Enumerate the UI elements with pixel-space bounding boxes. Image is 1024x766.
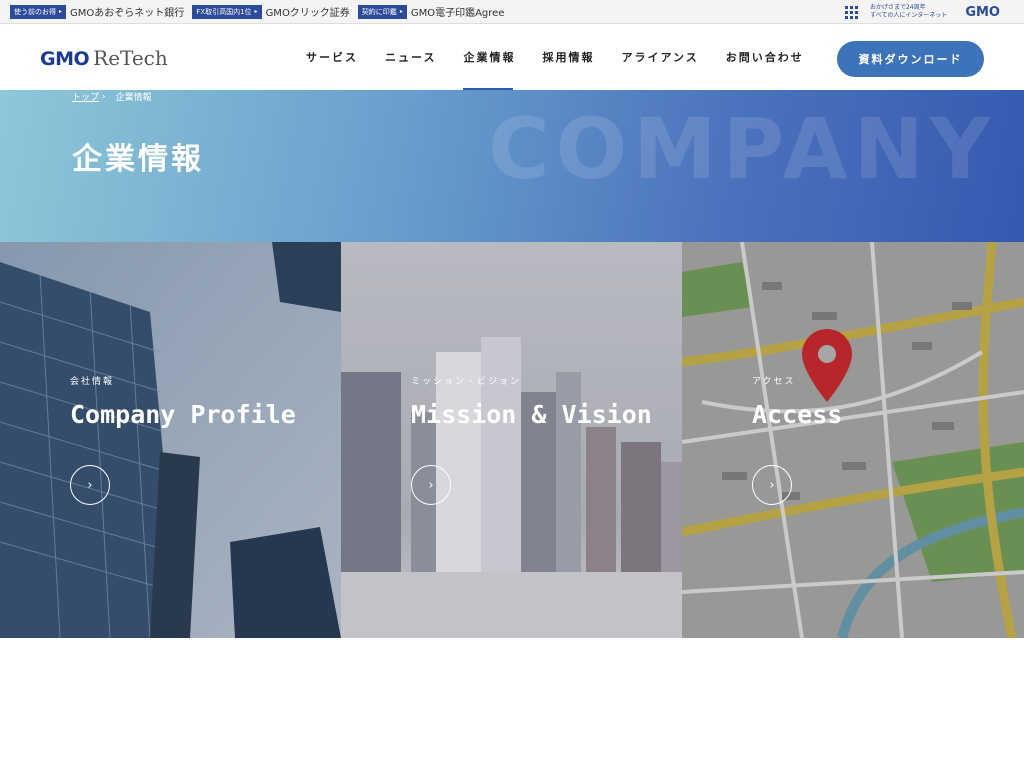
logo-retech-text: ReTech <box>93 46 168 70</box>
caret-icon: ▸ <box>254 8 258 15</box>
logo-gmo-text: GMO <box>40 48 90 70</box>
nav-item-services[interactable]: サービス <box>306 24 358 90</box>
company-cards: 会社情報 Company Profile › ミッション・ビジョン Missio… <box>0 242 1024 638</box>
arrow-right-icon[interactable]: › <box>411 465 451 505</box>
group-item-agree[interactable]: 契約に印鑑 ▸ GMO電子印鑑Agree <box>357 4 505 19</box>
arrow-right-icon[interactable]: › <box>70 465 110 505</box>
nav-item-news[interactable]: ニュース <box>385 24 436 90</box>
nav-item-alliance[interactable]: アライアンス <box>621 24 698 90</box>
group-bar-right: おかげさまで24周年 すべての人にインターネット GMO <box>844 0 1000 24</box>
group-item-securities[interactable]: FX取引高国内1位 ▸ GMOクリック証券 <box>192 4 350 19</box>
breadcrumb-top-link[interactable]: トップ <box>72 90 99 103</box>
card-title: Company Profile <box>70 400 296 429</box>
group-badge: 契約に印鑑 ▸ <box>357 4 407 19</box>
group-service-bar: 使う前のお得 ▸ GMOあおぞらネット銀行 FX取引高国内1位 ▸ GMOクリック証… <box>0 0 1024 24</box>
caret-icon: ▸ <box>59 8 63 15</box>
main-nav: サービス ニュース 企業情報 採用情報 アライアンス お問い合わせ <box>306 24 831 90</box>
group-item-bank[interactable]: 使う前のお得 ▸ GMOあおぞらネット銀行 <box>10 4 184 19</box>
nav-item-recruit[interactable]: 採用情報 <box>542 24 594 90</box>
map-image <box>682 242 1024 638</box>
anniversary-text[interactable]: おかげさまで24周年 すべての人にインターネット <box>870 4 947 20</box>
nav-item-contact[interactable]: お問い合わせ <box>726 24 804 90</box>
site-logo[interactable]: GMO ReTech <box>40 46 168 70</box>
city-skyline-image <box>341 242 682 638</box>
card-title: Mission & Vision <box>411 400 652 429</box>
card-subtitle: ミッション・ビジョン <box>411 377 522 387</box>
breadcrumb-separator-icon: › <box>102 91 106 102</box>
download-documents-button[interactable]: 資料ダウンロード <box>837 41 984 77</box>
group-item-name: GMOクリック証券 <box>265 8 350 19</box>
page-hero: COMPANY トップ › 企業情報 企業情報 <box>0 90 1024 242</box>
card-mission-vision[interactable]: ミッション・ビジョン Mission & Vision › <box>341 242 682 638</box>
card-company-profile[interactable]: 会社情報 Company Profile › <box>0 242 341 638</box>
card-subtitle: 会社情報 <box>70 377 115 387</box>
skyscrapers-image <box>0 242 341 638</box>
group-item-name: GMOあおぞらネット銀行 <box>70 8 185 19</box>
site-header: GMO ReTech サービス ニュース 企業情報 採用情報 アライアンス お問… <box>0 24 1024 90</box>
arrow-right-icon[interactable]: › <box>752 465 792 505</box>
caret-icon: ▸ <box>399 8 403 15</box>
card-title: Access <box>752 400 843 429</box>
breadcrumb-current: 企業情報 <box>115 93 152 103</box>
gmo-group-logo[interactable]: GMO <box>965 5 1000 20</box>
page-title: 企業情報 <box>72 142 204 177</box>
card-subtitle: アクセス <box>752 377 796 387</box>
card-access[interactable]: アクセス Access › <box>682 242 1024 638</box>
group-badge: FX取引高国内1位 ▸ <box>192 4 262 19</box>
group-item-name: GMO電子印鑑Agree <box>410 8 505 19</box>
group-badge: 使う前のお得 ▸ <box>10 4 67 19</box>
breadcrumb: トップ › 企業情報 <box>72 90 152 104</box>
hero-background-text: COMPANY <box>488 100 997 198</box>
nav-item-company[interactable]: 企業情報 <box>463 24 515 90</box>
grid-dots-icon[interactable] <box>844 5 858 19</box>
